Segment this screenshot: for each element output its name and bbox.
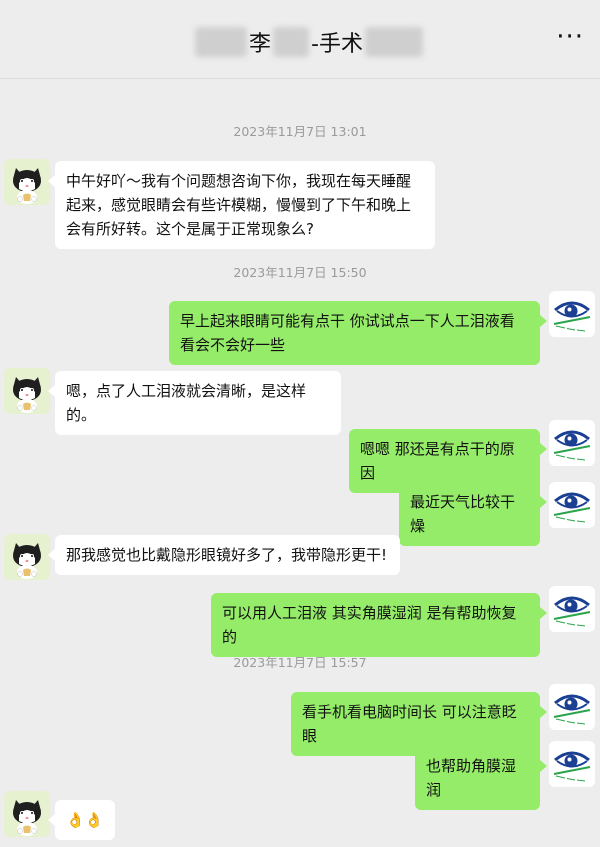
message-text: 嗯，点了人工泪液就会清晰，是这样的。	[66, 382, 307, 424]
title-suffix: -手术	[311, 32, 363, 57]
eye-hospital-logo-icon	[549, 420, 595, 466]
doctor-avatar[interactable]	[549, 482, 595, 528]
doctor-avatar[interactable]	[549, 586, 595, 632]
patient-avatar[interactable]	[4, 791, 50, 837]
cat-avatar-icon	[4, 368, 50, 414]
redacted-block	[273, 27, 310, 57]
doctor-avatar[interactable]	[549, 741, 595, 787]
timestamp: 2023年11月7日 15:57	[233, 655, 367, 670]
message-text: 👌👌	[66, 811, 104, 829]
chat-title: 李 -手术	[195, 22, 423, 62]
message-bubble[interactable]: 也帮助角膜湿润	[415, 746, 547, 810]
message-bubble[interactable]: 早上起来眼睛可能有点干 你试试点一下人工泪液看看会不会好一些	[169, 301, 547, 365]
message-text: 可以用人工泪液 其实角膜湿润 是有帮助恢复的	[222, 604, 517, 646]
cat-avatar-icon	[4, 791, 50, 837]
title-name-char: 李	[249, 32, 272, 57]
doctor-avatar[interactable]	[549, 291, 595, 337]
doctor-avatar[interactable]	[549, 684, 595, 730]
message-bubble[interactable]: 嗯，点了人工泪液就会清晰，是这样的。	[48, 371, 341, 435]
message-text: 看手机看电脑时间长 可以注意眨眼	[302, 703, 517, 745]
eye-hospital-logo-icon	[549, 291, 595, 337]
message-list: 2023年11月7日 13:01 中午好吖～我有个问题想咨询下你，我现在每天睡醒…	[0, 79, 600, 847]
eye-hospital-logo-icon	[549, 684, 595, 730]
more-options-button[interactable]: ···	[556, 22, 584, 52]
message-bubble[interactable]: 可以用人工泪液 其实角膜湿润 是有帮助恢复的	[211, 593, 547, 657]
doctor-avatar[interactable]	[549, 420, 595, 466]
timestamp: 2023年11月7日 15:50	[233, 265, 367, 280]
message-text: 嗯嗯 那还是有点干的原因	[360, 440, 515, 482]
message-bubble[interactable]: 那我感觉也比戴隐形眼镜好多了，我带隐形更干!	[48, 535, 400, 575]
message-bubble[interactable]: 最近天气比较干燥	[399, 482, 547, 546]
message-text: 最近天气比较干燥	[410, 493, 516, 535]
message-text: 那我感觉也比戴隐形眼镜好多了，我带隐形更干!	[66, 546, 388, 564]
message-text: 中午好吖～我有个问题想咨询下你，我现在每天睡醒起来，感觉眼睛会有些许模糊，慢慢到…	[66, 172, 412, 238]
cat-avatar-icon	[4, 159, 50, 205]
timestamp: 2023年11月7日 13:01	[233, 124, 367, 139]
cat-avatar-icon	[4, 534, 50, 580]
chat-header: 李 -手术 ···	[0, 0, 600, 79]
message-bubble[interactable]: 👌👌	[48, 800, 115, 840]
redacted-block	[364, 27, 423, 57]
patient-avatar[interactable]	[4, 159, 50, 205]
message-text: 早上起来眼睛可能有点干 你试试点一下人工泪液看看会不会好一些	[180, 312, 515, 354]
message-bubble[interactable]: 中午好吖～我有个问题想咨询下你，我现在每天睡醒起来，感觉眼睛会有些许模糊，慢慢到…	[48, 161, 435, 249]
eye-hospital-logo-icon	[549, 482, 595, 528]
message-text: 也帮助角膜湿润	[426, 757, 517, 799]
eye-hospital-logo-icon	[549, 741, 595, 787]
patient-avatar[interactable]	[4, 368, 50, 414]
redacted-block	[195, 27, 247, 57]
patient-avatar[interactable]	[4, 534, 50, 580]
eye-hospital-logo-icon	[549, 586, 595, 632]
